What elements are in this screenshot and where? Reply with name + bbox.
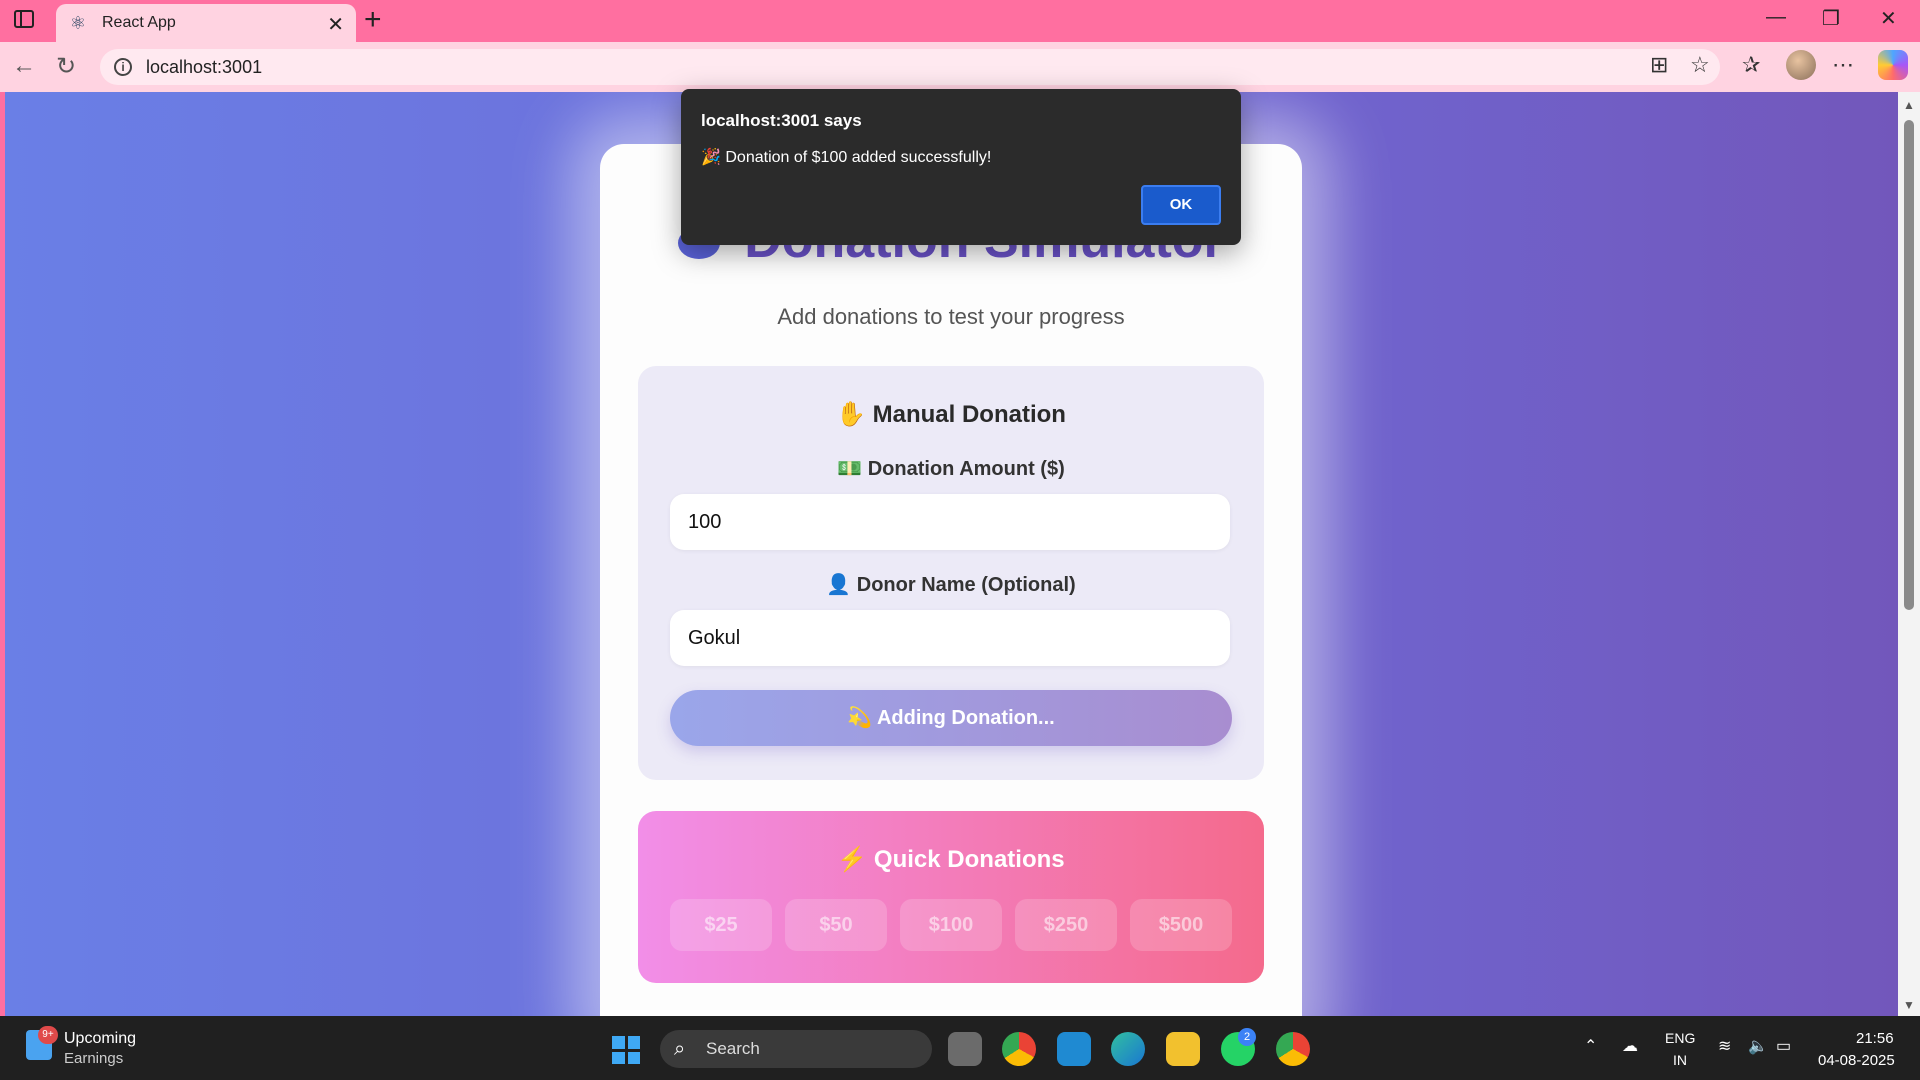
amount-input[interactable]: 100 [670,494,1230,550]
alert-dialog: localhost:3001 says 🎉 Donation of $100 a… [681,89,1241,245]
widget-line1[interactable]: Upcoming [64,1030,136,1048]
sidebar-toggle-icon[interactable] [14,10,34,28]
dialog-message: 🎉 Donation of $100 added successfully! [701,149,992,166]
new-tab-icon[interactable]: + [364,4,382,36]
address-bar[interactable]: i localhost:3001 [100,49,1720,85]
refresh-icon[interactable]: ↻ [56,52,76,81]
profile-avatar[interactable] [1786,50,1816,80]
whatsapp-badge: 2 [1238,1028,1256,1046]
tab-react-app[interactable]: ⚛ React App ✕ [56,4,356,42]
quick-donations-title: ⚡ Quick Donations [837,846,1065,873]
chrome-profile-icon[interactable] [1276,1032,1310,1066]
back-icon[interactable]: ← [12,52,36,80]
favorite-star-icon[interactable]: ☆ [1690,52,1710,78]
more-menu-icon[interactable]: ⋯ [1832,52,1854,78]
battery-icon[interactable]: ▭ [1776,1036,1791,1056]
task-view-icon[interactable] [948,1032,982,1066]
quick-donation-25-button[interactable]: $25 [670,899,772,951]
search-label: Search [706,1039,760,1058]
taskbar-search[interactable]: ⌕ Search [660,1030,932,1068]
tray-overflow-icon[interactable]: ⌃ [1584,1036,1597,1056]
add-donation-button[interactable]: 💫 Adding Donation... [670,690,1232,746]
simulator-card: Donation Simulator Add donations to test… [600,144,1302,1016]
manual-donation-title: ✋ Manual Donation [836,401,1066,428]
site-info-icon[interactable]: i [114,58,132,76]
dialog-title: localhost:3001 says [701,111,862,130]
browser-toolbar: ← ↻ i localhost:3001 ⊞ ☆ ✰ ⋯ [0,42,1920,92]
quick-donation-buttons: $25 $50 $100 $250 $500 [670,899,1232,951]
clock-time[interactable]: 21:56 [1856,1030,1894,1047]
scroll-down-icon[interactable]: ▼ [1903,998,1915,1012]
manual-donation-section: ✋ Manual Donation 💵 Donation Amount ($) … [638,366,1264,780]
quick-donation-250-button[interactable]: $250 [1015,899,1117,951]
tab-title: React App [102,14,176,31]
wifi-icon[interactable]: ≋ [1718,1036,1731,1056]
favorites-icon[interactable]: ✰ [1742,52,1760,78]
quick-donations-section: ⚡ Quick Donations $25 $50 $100 $250 $500 [638,811,1264,983]
scroll-up-icon[interactable]: ▲ [1903,98,1915,112]
quick-donation-50-button[interactable]: $50 [785,899,887,951]
close-tab-icon[interactable]: ✕ [327,12,344,37]
restore-icon[interactable]: ❐ [1822,6,1840,31]
donor-label: 👤 Donor Name (Optional) [826,574,1076,596]
edge-icon[interactable] [1111,1032,1145,1066]
url-text: localhost:3001 [146,56,263,77]
widget-line2[interactable]: Earnings [64,1050,123,1067]
clock-date[interactable]: 04-08-2025 [1818,1052,1895,1069]
onedrive-icon[interactable]: ☁ [1622,1036,1638,1056]
vscode-icon[interactable] [1057,1032,1091,1066]
widgets-badge: 9+ [38,1026,58,1044]
quick-donation-100-button[interactable]: $100 [900,899,1002,951]
app-grid-icon[interactable]: ⊞ [1650,52,1668,78]
windows-taskbar: 9+ Upcoming Earnings ⌕ Search 2 ⌃ ☁ ENG … [0,1016,1920,1080]
dialog-ok-button[interactable]: OK [1141,185,1221,225]
amount-label: 💵 Donation Amount ($) [837,458,1065,480]
page-scrollbar[interactable]: ▲ ▼ [1898,92,1920,1016]
scrollbar-thumb[interactable] [1904,120,1914,610]
copilot-icon[interactable] [1878,50,1908,80]
donor-name-input[interactable]: Gokul [670,610,1230,666]
volume-icon[interactable]: 🔈 [1748,1036,1768,1056]
tab-strip: ⚛ React App ✕ + — ❐ ✕ [0,0,1920,42]
file-explorer-icon[interactable] [1166,1032,1200,1066]
react-icon: ⚛ [69,13,87,33]
page-subtitle: Add donations to test your progress [777,304,1125,329]
language-line2[interactable]: IN [1673,1052,1687,1068]
start-icon[interactable] [612,1036,640,1064]
quick-donation-500-button[interactable]: $500 [1130,899,1232,951]
minimize-icon[interactable]: — [1766,6,1786,29]
chrome-icon[interactable] [1002,1032,1036,1066]
language-line1[interactable]: ENG [1665,1030,1695,1046]
window-close-icon[interactable]: ✕ [1880,6,1897,31]
search-icon: ⌕ [674,1038,686,1060]
